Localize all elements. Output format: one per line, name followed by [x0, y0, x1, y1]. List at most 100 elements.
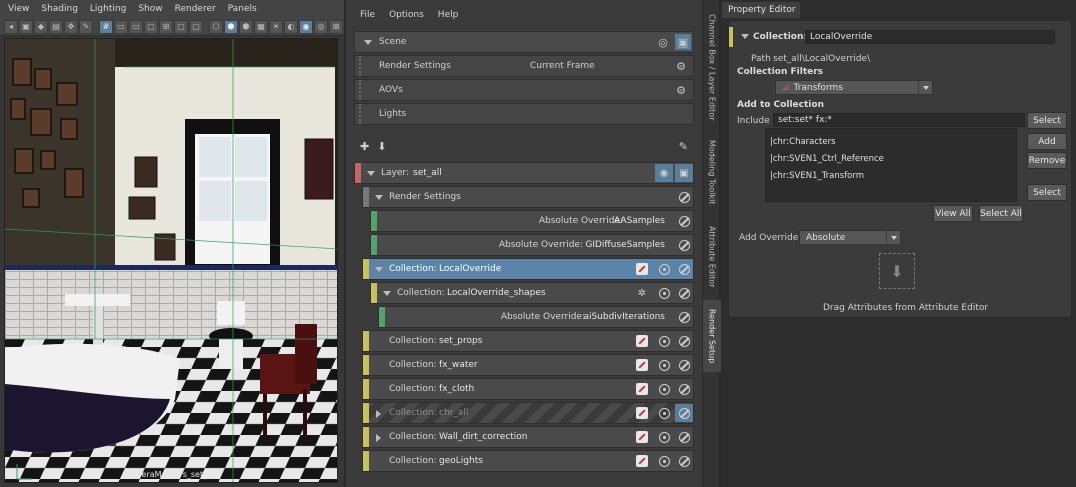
field-chart-icon[interactable]: ⊞ — [159, 19, 173, 34]
list-item[interactable]: |chr:Characters — [770, 137, 836, 147]
collection-row-disabled[interactable]: Collection: chr_all — [362, 402, 694, 424]
select-all-button[interactable]: Select All — [979, 205, 1023, 222]
menu-file[interactable]: File — [360, 10, 375, 20]
create-layer-icon[interactable]: ✚ — [360, 140, 369, 153]
override-row[interactable]: Absolute Override: aiSubdivIterations — [378, 306, 694, 328]
disable-icon[interactable] — [675, 212, 693, 230]
tab-modeling-toolkit[interactable]: Modeling Toolkit — [703, 132, 721, 212]
tab-channel-box[interactable]: Channel Box / Layer Editor — [703, 8, 721, 126]
ambient-occlusion-icon[interactable]: ◉ — [299, 19, 313, 34]
collection-members-list[interactable]: |chr:Characters |chr:SVEN1_Ctrl_Referenc… — [765, 128, 1017, 202]
isolate-icon[interactable] — [655, 260, 673, 278]
disable-icon[interactable] — [675, 356, 693, 374]
override-toggle-icon[interactable] — [633, 332, 651, 350]
override-toggle-icon[interactable] — [633, 428, 651, 446]
edit-icon[interactable]: ✎ — [679, 140, 688, 153]
collapse-arrow-icon[interactable] — [376, 410, 381, 418]
disable-icon[interactable] — [675, 260, 693, 278]
shadows-icon[interactable]: ◐ — [284, 19, 298, 34]
isolate-icon[interactable] — [655, 428, 673, 446]
disable-icon[interactable] — [675, 452, 693, 470]
menu-shading[interactable]: Shading — [35, 4, 84, 14]
scene-aovs-row[interactable]: AOVs ⚙ — [354, 79, 694, 101]
bookmark-icon[interactable]: ◆ — [34, 19, 48, 34]
collection-filter-dropdown[interactable]: ⊿ Transforms — [775, 80, 933, 95]
menu-options[interactable]: Options — [389, 10, 424, 20]
shapes-filter-icon[interactable]: ✲ — [633, 284, 651, 302]
xray-icon[interactable]: ⊠ — [329, 19, 343, 34]
two-d-pan-icon[interactable]: ✥ — [64, 19, 78, 34]
film-gate-icon[interactable]: ▭ — [114, 19, 128, 34]
wireframe-on-shaded-icon[interactable]: ⬢ — [239, 19, 253, 34]
drag-handle[interactable] — [359, 80, 367, 100]
render-settings-group-row[interactable]: Render Settings — [362, 186, 694, 208]
disable-icon[interactable] — [675, 308, 693, 326]
disable-icon[interactable] — [675, 236, 693, 254]
override-row[interactable]: Absolute Override: GIDiffuseSamples — [370, 234, 694, 256]
include-expression-input[interactable]: set:set* fx:* — [773, 113, 1025, 127]
import-layer-icon[interactable]: ⬇ — [377, 140, 386, 153]
select-camera-icon[interactable]: ◂ — [4, 19, 18, 34]
layer-row[interactable]: Layer: set_all ◉ ▣ — [354, 162, 694, 184]
visibility-eye-icon[interactable]: ◉ — [655, 164, 673, 182]
disable-icon[interactable] — [675, 380, 693, 398]
expand-arrow-icon[interactable] — [375, 195, 383, 200]
isolate-icon[interactable] — [655, 356, 673, 374]
isolate-icon[interactable] — [655, 380, 673, 398]
collection-row[interactable]: Collection: set_props — [362, 330, 694, 352]
expand-arrow-icon[interactable] — [367, 171, 375, 176]
isolate-icon[interactable] — [655, 284, 673, 302]
expand-arrow-icon[interactable] — [383, 291, 391, 296]
expand-arrow-icon[interactable] — [364, 40, 372, 45]
select-members-button[interactable]: Select — [1027, 184, 1067, 201]
disable-icon[interactable] — [675, 332, 693, 350]
gear-icon[interactable]: ⚙ — [673, 82, 689, 98]
camera-attributes-icon[interactable]: ▣ — [19, 19, 33, 34]
isolate-icon[interactable] — [655, 404, 673, 422]
safe-title-icon[interactable]: ▢ — [189, 19, 203, 34]
collection-row-selected[interactable]: Collection: LocalOverride — [362, 258, 694, 280]
menu-show[interactable]: Show — [132, 4, 168, 14]
override-toggle-icon[interactable] — [633, 404, 651, 422]
scene-lights-row[interactable]: Lights — [354, 103, 694, 125]
safe-action-icon[interactable]: ▢ — [174, 19, 188, 34]
expand-arrow-icon[interactable] — [741, 34, 749, 39]
disable-icon[interactable] — [675, 188, 693, 206]
isolate-icon[interactable] — [655, 332, 673, 350]
collection-row[interactable]: Collection: fx_water — [362, 354, 694, 376]
render-layer-icon[interactable]: ▣ — [675, 164, 693, 182]
menu-panels[interactable]: Panels — [222, 4, 263, 14]
list-item[interactable]: |chr:SVEN1_Transform — [770, 171, 864, 181]
collection-name-field[interactable]: LocalOverride — [805, 30, 1055, 44]
list-item[interactable]: |chr:SVEN1_Ctrl_Reference — [770, 154, 884, 164]
menu-lighting[interactable]: Lighting — [84, 4, 132, 14]
remove-button[interactable]: Remove — [1027, 152, 1067, 169]
disable-icon[interactable] — [675, 428, 693, 446]
scene-header[interactable]: Scene ◎ ▣ — [354, 31, 694, 53]
grease-pencil-icon[interactable]: ✎ — [79, 19, 93, 34]
subcollection-row[interactable]: Collection: LocalOverride_shapes ✲ — [370, 282, 694, 304]
textured-icon[interactable]: ▦ — [254, 19, 268, 34]
tab-attribute-editor[interactable]: Attribute Editor — [703, 220, 721, 294]
add-button[interactable]: Add — [1027, 133, 1067, 150]
attribute-drop-target[interactable]: ⬇ — [879, 253, 915, 289]
select-button[interactable]: Select — [1027, 112, 1067, 129]
viewport-scene[interactable]: cameraMain (rs_set_all) — [4, 38, 338, 483]
collapse-arrow-icon[interactable] — [376, 434, 381, 442]
scene-render-settings-row[interactable]: Render Settings Current Frame ⚙ — [354, 55, 694, 77]
lights-icon[interactable]: ☀ — [269, 19, 283, 34]
smooth-shade-icon[interactable]: ⬢ — [224, 19, 238, 34]
drag-handle[interactable] — [359, 56, 367, 76]
collection-row[interactable]: Collection: fx_cloth — [362, 378, 694, 400]
antialiasing-icon[interactable]: ◎ — [314, 19, 328, 34]
wireframe-icon[interactable]: ⬡ — [209, 19, 223, 34]
resolution-gate-icon[interactable]: ▭ — [129, 19, 143, 34]
override-type-dropdown[interactable]: Absolute — [799, 230, 901, 245]
isolate-icon[interactable] — [655, 452, 673, 470]
gate-mask-icon[interactable]: ▢ — [144, 19, 158, 34]
menu-help[interactable]: Help — [438, 10, 459, 20]
gear-icon[interactable]: ⚙ — [673, 58, 689, 74]
override-toggle-icon[interactable] — [633, 356, 651, 374]
grid-icon[interactable]: # — [99, 19, 113, 34]
override-row[interactable]: Absolute Override: AASamples — [370, 210, 694, 232]
